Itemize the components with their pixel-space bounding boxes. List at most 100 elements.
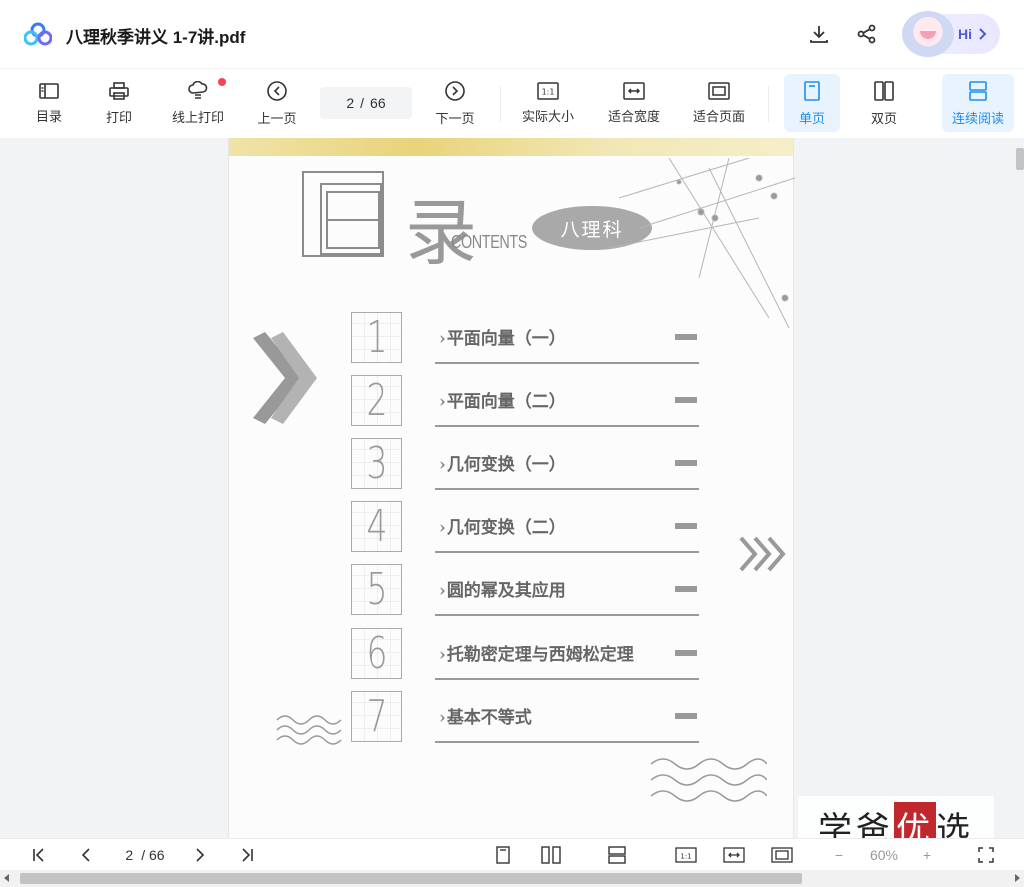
- toc-page-dash: [675, 460, 697, 466]
- toc-button[interactable]: 目录: [22, 74, 76, 132]
- share-icon[interactable]: [852, 19, 882, 49]
- single-page-small-icon[interactable]: [494, 845, 512, 865]
- toc-number: 3: [351, 438, 402, 489]
- continuous-small-icon[interactable]: [606, 845, 628, 865]
- next-page-icon[interactable]: [190, 845, 208, 865]
- toc-underline: [435, 614, 699, 616]
- toc-number: 6: [351, 628, 402, 679]
- toc-underline: [435, 425, 699, 427]
- cloud-print-icon: [188, 80, 208, 99]
- title-bar: 八理秋季讲义 1-7讲.pdf Hi: [0, 0, 1024, 68]
- fullscreen-icon[interactable]: [976, 845, 996, 865]
- hi-label: Hi: [958, 26, 972, 42]
- toc-entry[interactable]: 2 平面向量（二）: [351, 375, 701, 429]
- toc-number: 4: [351, 501, 402, 552]
- next-page-label: 下一页: [435, 110, 475, 126]
- toc-title: 圆的幂及其应用: [439, 576, 566, 601]
- toc-number: 1: [351, 312, 402, 363]
- page-current: 2: [346, 95, 355, 111]
- actual-size-small-icon[interactable]: 1:1: [674, 845, 698, 865]
- toc-number: 2: [351, 375, 402, 426]
- toc-entry[interactable]: 5 圆的幂及其应用: [351, 564, 701, 618]
- online-print-button[interactable]: 线上打印: [166, 74, 230, 132]
- chevrons-decoration-right: [739, 536, 786, 572]
- notification-dot: [218, 78, 226, 86]
- toc-title: 基本不等式: [439, 703, 532, 728]
- page-total: 66: [370, 95, 386, 111]
- continuous-read-button[interactable]: 连续阅读: [942, 74, 1014, 132]
- toc-underline: [435, 488, 699, 490]
- toc-number: 5: [351, 564, 402, 615]
- zoom-out-icon[interactable]: −: [830, 845, 848, 865]
- toc-icon: [39, 82, 59, 99]
- bottom-page-indicator[interactable]: 2 / 66: [112, 845, 178, 865]
- fit-page-button[interactable]: 适合页面: [685, 74, 753, 132]
- double-page-small-icon[interactable]: [540, 845, 562, 865]
- single-page-label: 单页: [798, 110, 825, 126]
- scroll-right-icon[interactable]: [1015, 874, 1020, 882]
- document-viewer[interactable]: 录 CONTENTS 八理科 1 平面向量（一）: [0, 138, 1024, 838]
- page-indicator[interactable]: 2 / 66: [320, 87, 412, 119]
- chevron-right-icon: [979, 28, 987, 40]
- fit-width-small-icon[interactable]: [722, 845, 746, 865]
- toc-entry[interactable]: 1 平面向量（一）: [351, 312, 701, 366]
- fit-width-icon: [623, 81, 645, 100]
- toc-title: 平面向量（二）: [439, 387, 566, 412]
- next-page-button[interactable]: 下一页: [428, 74, 482, 132]
- toc-entry[interactable]: 6 托勒密定理与西姆松定理: [351, 628, 701, 682]
- svg-text:1:1: 1:1: [542, 87, 555, 96]
- prev-page-button[interactable]: 上一页: [250, 74, 304, 132]
- actual-size-label: 实际大小: [521, 108, 574, 124]
- toc-underline: [435, 362, 699, 364]
- toc-entry[interactable]: 7 基本不等式: [351, 691, 701, 745]
- single-page-icon: [804, 80, 820, 101]
- print-button[interactable]: 打印: [92, 74, 146, 132]
- double-page-label: 双页: [870, 110, 897, 126]
- fit-width-button[interactable]: 适合宽度: [600, 74, 668, 132]
- zoom-in-icon[interactable]: +: [918, 845, 936, 865]
- scroll-left-icon[interactable]: [4, 874, 9, 882]
- online-print-label: 线上打印: [171, 109, 224, 125]
- double-page-button[interactable]: 双页: [856, 74, 912, 132]
- printer-icon: [109, 81, 129, 100]
- pdf-page: 录 CONTENTS 八理科 1 平面向量（一）: [228, 138, 795, 838]
- horizontal-scrollbar[interactable]: [0, 870, 1024, 887]
- horizontal-scrollbar-thumb[interactable]: [20, 873, 802, 884]
- toc-label: 目录: [35, 108, 62, 124]
- heading-en: CONTENTS: [451, 232, 527, 252]
- vertical-scrollbar-thumb[interactable]: [1016, 148, 1024, 170]
- continuous-read-icon: [969, 80, 987, 101]
- heading-cn: 录: [405, 174, 477, 279]
- fit-page-icon: [708, 81, 730, 100]
- double-page-icon: [874, 80, 894, 101]
- toc-entry[interactable]: 3 几何变换（一）: [351, 438, 701, 492]
- zoom-level: 60%: [869, 847, 899, 863]
- toc-underline: [435, 551, 699, 553]
- chevrons-decoration-left: [253, 332, 317, 424]
- wave-decoration-right: [650, 758, 767, 802]
- geometric-lines-decoration: [609, 158, 795, 328]
- bottom-page-total: / 66: [141, 847, 165, 863]
- fit-page-small-icon[interactable]: [770, 845, 794, 865]
- toc-page-dash: [675, 650, 697, 656]
- document-title: 八理秋季讲义 1-7讲.pdf: [66, 28, 246, 47]
- prev-page-icon[interactable]: [78, 845, 96, 865]
- chevron-right-circle-icon: [445, 80, 465, 101]
- print-label: 打印: [105, 109, 132, 125]
- first-page-icon[interactable]: [30, 845, 48, 865]
- page-top-strip: [229, 138, 793, 156]
- last-page-icon[interactable]: [238, 845, 256, 865]
- chevron-left-circle-icon: [267, 80, 287, 101]
- download-icon[interactable]: [804, 19, 834, 49]
- fit-width-label: 适合宽度: [607, 108, 660, 124]
- toc-title: 几何变换（一）: [439, 450, 566, 475]
- actual-size-button[interactable]: 1:1 实际大小: [514, 74, 582, 132]
- assistant-button[interactable]: Hi: [902, 11, 1000, 57]
- page-separator: /: [360, 95, 365, 111]
- toc-underline: [435, 741, 699, 743]
- fit-page-label: 适合页面: [692, 108, 745, 124]
- toc-entry[interactable]: 4 几何变换（二）: [351, 501, 701, 555]
- actual-size-icon: 1:1: [537, 81, 559, 100]
- single-page-button[interactable]: 单页: [784, 74, 840, 132]
- toc-title: 平面向量（一）: [439, 324, 566, 349]
